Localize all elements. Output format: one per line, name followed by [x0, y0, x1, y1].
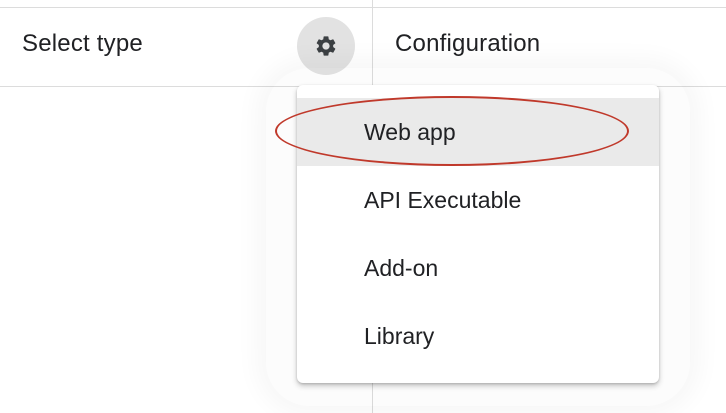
configuration-heading: Configuration [395, 30, 541, 57]
gear-icon [316, 36, 336, 56]
menu-item-web-app[interactable]: Web app [297, 98, 659, 166]
deployment-type-panel: Select type Configuration Web app API Ex… [0, 0, 726, 413]
select-type-heading: Select type [22, 30, 143, 57]
menu-item-label: Library [364, 322, 435, 349]
menu-item-label: API Executable [364, 186, 522, 213]
deployment-type-menu: Web app API Executable Add-on Library [297, 85, 659, 383]
top-divider [0, 7, 726, 8]
menu-item-label: Add-on [364, 254, 439, 281]
select-type-gear-button[interactable] [297, 17, 355, 75]
menu-item-api-executable[interactable]: API Executable [297, 166, 659, 234]
menu-item-library[interactable]: Library [297, 302, 659, 370]
menu-item-label: Web app [364, 118, 456, 145]
menu-item-add-on[interactable]: Add-on [297, 234, 659, 302]
